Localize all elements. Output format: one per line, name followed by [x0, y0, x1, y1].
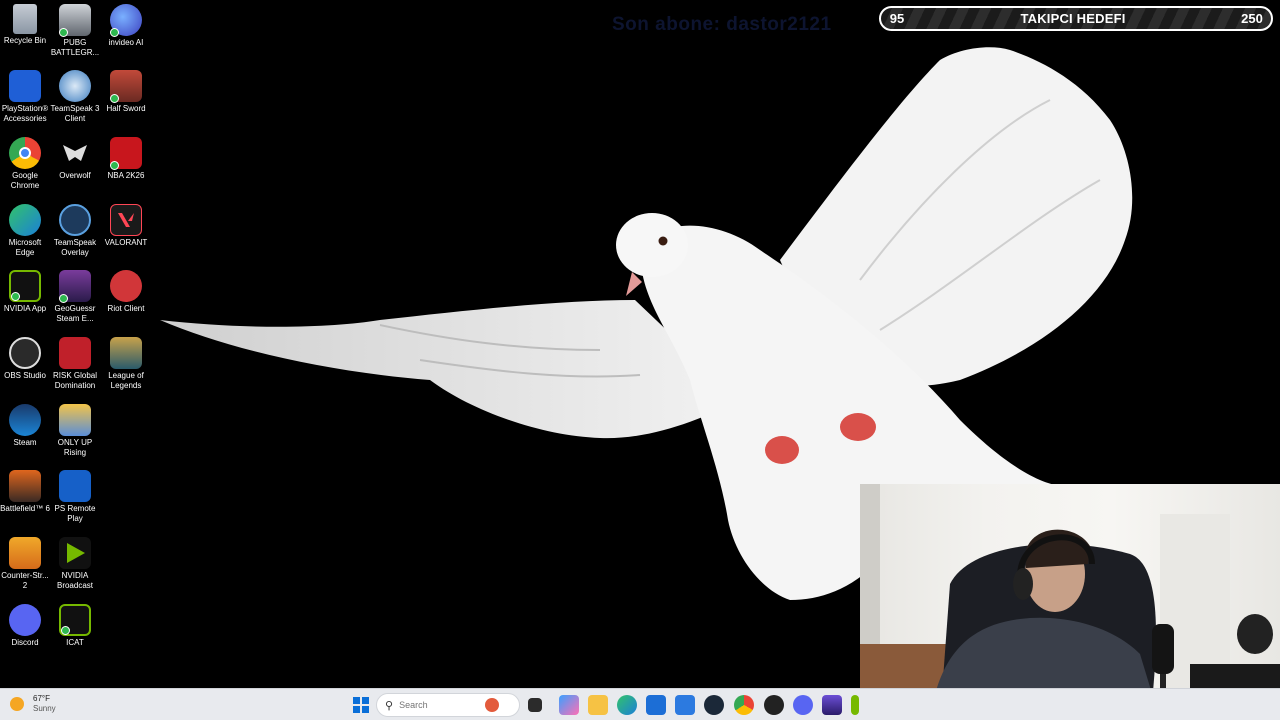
nvidia-icon — [9, 270, 41, 302]
desktop-icon-steam[interactable]: Steam — [0, 404, 50, 448]
pubg-icon — [59, 4, 91, 37]
counter-strike-icon — [9, 537, 41, 569]
chrome-icon — [9, 137, 41, 169]
desktop-icon-counter-strike-2[interactable]: Counter-Str... 2 — [0, 537, 50, 591]
follower-goal-bar: 95 TAKIPCI HEDEFI 250 — [879, 6, 1273, 31]
valorant-icon — [110, 204, 142, 236]
sun-icon — [10, 697, 24, 711]
weather-widget[interactable]: 67°F Sunny — [10, 694, 56, 714]
search-icon: ⚲ — [385, 699, 394, 712]
playstation-icon — [9, 70, 41, 102]
microsoft-store-icon[interactable] — [646, 695, 666, 715]
desktop-icon-nba-2k26[interactable]: NBA 2K26 — [101, 137, 151, 181]
edge-icon — [9, 204, 41, 236]
chrome-taskbar-icon[interactable] — [734, 695, 754, 715]
desktop-icon-invideo-ai[interactable]: invideo AI — [101, 4, 151, 48]
desktop-icon-overwolf[interactable]: Overwolf — [50, 137, 100, 181]
desktop-icon-league-of-legends[interactable]: League of Legends — [101, 337, 151, 391]
only-up-icon — [59, 404, 91, 436]
desktop-icon-riot-client[interactable]: Riot Client — [101, 270, 151, 314]
teamspeak-icon — [59, 70, 91, 102]
app-taskbar-icon[interactable] — [822, 695, 842, 715]
discord-icon — [9, 604, 41, 636]
goal-target-count: 250 — [1241, 11, 1263, 26]
invideo-icon — [110, 4, 142, 37]
taskbar-search-input[interactable] — [399, 700, 486, 710]
battlefield-icon — [9, 470, 41, 502]
geoguessr-icon — [59, 270, 91, 303]
desktop-icon-playstation-accessories[interactable]: PlayStation® Accessories — [0, 70, 50, 124]
taskbar: 67°F Sunny ⚲ — [0, 688, 1280, 720]
desktop-icon-teamspeak-3-client[interactable]: TeamSpeak 3 Client — [50, 70, 100, 124]
icat-icon — [59, 604, 91, 636]
weather-condition: Sunny — [33, 704, 56, 713]
nvidia-broadcast-icon — [59, 537, 91, 569]
goal-title: TAKIPCI HEDEFI — [1020, 11, 1126, 26]
goal-current-count: 95 — [889, 11, 905, 26]
risk-icon — [59, 337, 91, 369]
weather-temperature: 67°F — [33, 694, 50, 703]
ps-remote-play-icon — [59, 470, 91, 502]
nvidia-taskbar-icon[interactable] — [851, 695, 859, 715]
teamspeak-overlay-icon — [59, 204, 91, 236]
desktop-icon-google-chrome[interactable]: Google Chrome — [0, 137, 50, 191]
steam-taskbar-icon[interactable] — [704, 695, 724, 715]
steam-icon — [9, 404, 41, 436]
desktop-icon-icat[interactable]: ICAT — [50, 604, 100, 648]
overwolf-icon — [59, 137, 91, 169]
copilot-icon[interactable] — [559, 695, 579, 715]
desktop-icon-teamspeak-overlay[interactable]: TeamSpeak Overlay — [50, 204, 100, 258]
recycle-bin-icon — [13, 4, 37, 34]
task-view-icon[interactable] — [528, 698, 542, 712]
taskbar-search[interactable]: ⚲ — [376, 693, 520, 717]
desktop-icon-geoguessr[interactable]: GeoGuessr Steam E... — [50, 270, 100, 324]
desktop-icon-risk[interactable]: RISK Global Domination — [50, 337, 100, 391]
desktop-icon-nvidia-broadcast[interactable]: NVIDIA Broadcast — [50, 537, 100, 591]
streamer-figure — [860, 484, 1280, 720]
half-sword-icon — [110, 70, 142, 103]
desktop-icon-nvidia-app[interactable]: NVIDIA App — [0, 270, 50, 314]
desktop-icon-pubg[interactable]: PUBG BATTLEGR... — [50, 4, 100, 58]
desktop-icon-recycle-bin[interactable]: Recycle Bin — [0, 4, 50, 46]
desktop-icon-only-up-rising[interactable]: ONLY UP Rising — [50, 404, 100, 458]
ps-remote-play-taskbar-icon[interactable] — [675, 695, 695, 715]
nba-2k26-icon — [110, 137, 142, 170]
desktop-icon-obs-studio[interactable]: OBS Studio — [0, 337, 50, 381]
webcam-feed — [860, 484, 1280, 720]
desktop-icon-microsoft-edge[interactable]: Microsoft Edge — [0, 204, 50, 258]
desktop-icon-half-sword[interactable]: Half Sword — [101, 70, 151, 114]
desktop-icon-battlefield-6[interactable]: Battlefield™ 6 — [0, 470, 50, 514]
desktop-icon-discord[interactable]: Discord — [0, 604, 50, 648]
last-subscriber-text: Son abone: dastor2121 — [612, 14, 832, 35]
riot-client-icon — [110, 270, 142, 302]
start-button[interactable] — [351, 695, 371, 715]
obs-taskbar-icon[interactable] — [764, 695, 784, 715]
desktop-icon-valorant[interactable]: VALORANT — [101, 204, 151, 248]
search-highlight-icon — [485, 698, 500, 712]
discord-taskbar-icon[interactable] — [793, 695, 813, 715]
file-explorer-icon[interactable] — [588, 695, 608, 715]
edge-taskbar-icon[interactable] — [617, 695, 637, 715]
league-of-legends-icon — [110, 337, 142, 369]
obs-icon — [9, 337, 41, 369]
desktop-icon-ps-remote-play[interactable]: PS Remote Play — [50, 470, 100, 524]
